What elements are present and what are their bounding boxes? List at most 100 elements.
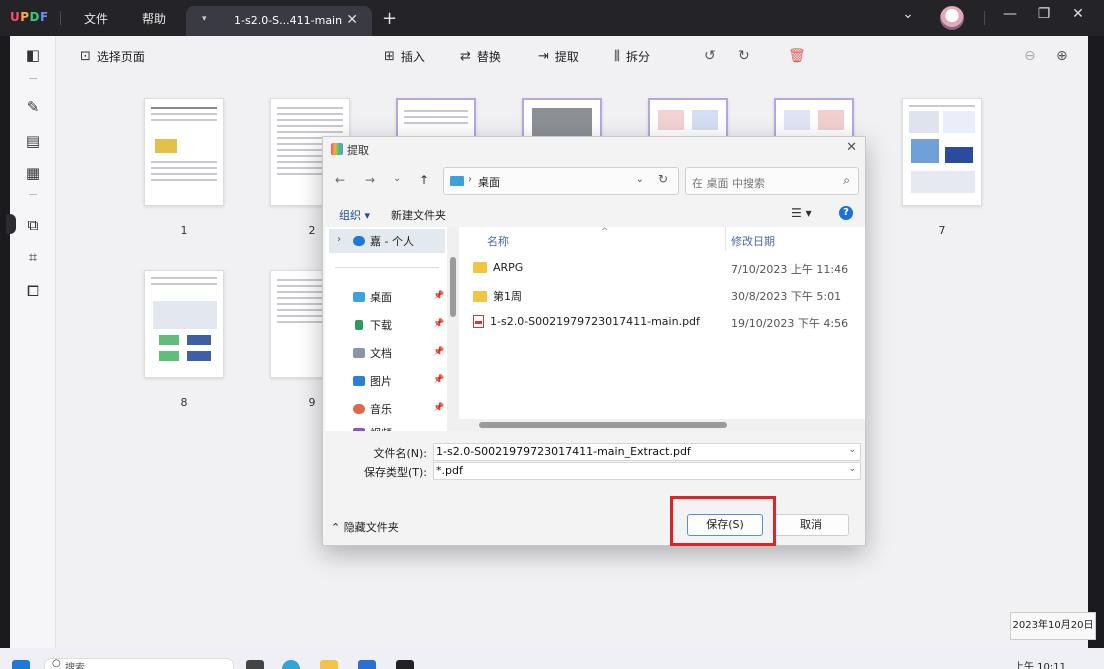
crop-icon[interactable]: ⌗ <box>24 248 42 266</box>
nav-item-documents[interactable]: 文档 <box>353 345 392 361</box>
breadcrumb-chevron-icon[interactable]: › <box>468 174 472 185</box>
nav-item-desktop[interactable]: 桌面 <box>353 289 392 305</box>
delete-icon[interactable]: 🗑 <box>788 48 806 64</box>
hide-folders-toggle[interactable]: ⌃ 隐藏文件夹 <box>331 519 399 535</box>
organize-pages-icon[interactable]: ⧉ <box>24 216 42 234</box>
tools-icon[interactable]: ⧠ <box>24 282 42 300</box>
nav-item-videos[interactable]: 视频 <box>353 425 392 431</box>
nav-item-music[interactable]: 音乐 <box>353 401 392 417</box>
replace-button[interactable]: ⇄ 替换 <box>460 48 501 65</box>
file-explorer-icon[interactable] <box>320 660 338 669</box>
close-window-button[interactable]: ✕ <box>1066 6 1090 22</box>
folder-icon <box>473 262 487 273</box>
cancel-button[interactable]: 取消 <box>773 514 849 536</box>
minimize-button[interactable]: — <box>998 6 1022 22</box>
file-date: 7/10/2023 上午 11:46 <box>731 263 849 276</box>
recent-locations-icon[interactable]: ⌄ <box>393 173 401 184</box>
edge-icon[interactable] <box>282 660 300 669</box>
column-header-name[interactable]: 名称 <box>487 233 509 249</box>
tab-close-icon[interactable]: ✕ <box>346 12 358 28</box>
help-icon[interactable]: ? <box>839 206 853 220</box>
dialog-close-icon[interactable]: ✕ <box>846 140 857 155</box>
file-row[interactable]: ARPG <box>473 261 523 274</box>
filetype-select[interactable]: *.pdf ⌄ <box>433 462 861 480</box>
page-thumbnail[interactable] <box>144 98 224 206</box>
file-list-scrollbar[interactable] <box>459 419 865 431</box>
file-list-scroll-thumb[interactable] <box>479 422 727 428</box>
insert-button[interactable]: ⊞ 插入 <box>384 48 425 65</box>
filename-field[interactable]: 1-s2.0-S0021979723017411-main_Extract.pd… <box>433 443 861 461</box>
page-thumbnail[interactable] <box>144 270 224 378</box>
column-separator[interactable] <box>725 227 726 251</box>
split-icon: ⫼ <box>614 49 620 64</box>
form-icon[interactable]: ▦ <box>24 164 42 182</box>
nav-item-onedrive[interactable]: 嘉 - 个人 <box>353 233 414 249</box>
nav-item-pictures[interactable]: 图片 <box>353 373 392 389</box>
extract-label: 提取 <box>554 50 579 64</box>
rail-collapse-handle[interactable] <box>6 214 16 234</box>
add-tab-button[interactable]: + <box>382 8 397 29</box>
organize-button[interactable]: 组织 ▾ <box>339 207 370 223</box>
new-folder-button[interactable]: 新建文件夹 <box>391 207 446 223</box>
search-placeholder: 在 桌面 中搜索 <box>692 177 765 190</box>
taskbar-search-input[interactable]: 搜索 <box>44 658 234 669</box>
filename-dropdown-icon[interactable]: ⌄ <box>848 445 856 455</box>
pin-icon: 📌 <box>433 375 445 385</box>
insert-icon: ⊞ <box>384 49 395 64</box>
filetype-dropdown-icon[interactable]: ⌄ <box>848 464 856 474</box>
filename-value: 1-s2.0-S0021979723017411-main_Extract.pd… <box>436 445 691 458</box>
forward-arrow-icon[interactable]: → <box>365 173 375 187</box>
edit-icon[interactable]: ▤ <box>24 132 42 150</box>
split-button[interactable]: ⫼ 拆分 <box>614 48 650 65</box>
nav-pane-scroll-thumb[interactable] <box>450 257 456 317</box>
pin-icon: 📌 <box>433 347 445 357</box>
pin-icon: 📌 <box>433 291 445 301</box>
extract-button[interactable]: ⇥ 提取 <box>538 48 579 65</box>
menu-file[interactable]: 文件 <box>84 10 108 27</box>
select-pages-button[interactable]: ⊡ 选择页面 <box>80 48 145 65</box>
file-row[interactable]: 1-s2.0-S0021979723017411-main.pdf <box>473 315 700 328</box>
document-tab[interactable]: ▾ 1-s2.0-S...411-main ✕ <box>186 6 372 36</box>
task-view-icon[interactable] <box>246 660 264 669</box>
file-row[interactable]: 第1周 <box>473 288 522 304</box>
column-header-date[interactable]: 修改日期 <box>731 233 775 249</box>
filetype-row: 保存类型(T): *.pdf ⌄ <box>323 462 865 480</box>
updf-taskbar-icon[interactable] <box>396 660 414 669</box>
window-dropdown-icon[interactable]: ⌄ <box>896 6 920 22</box>
menu-help[interactable]: 帮助 <box>142 10 166 27</box>
download-icon <box>355 320 363 330</box>
restore-button[interactable]: ❐ <box>1032 6 1056 22</box>
up-arrow-icon[interactable]: ↑ <box>419 173 429 187</box>
rotate-right-icon[interactable]: ↻ <box>738 48 750 64</box>
view-options-icon[interactable]: ☰ ▾ <box>791 206 812 220</box>
desktop-folder-icon <box>450 176 464 186</box>
windows-start-icon[interactable] <box>12 660 30 669</box>
nav-item-downloads[interactable]: 下载 <box>353 317 392 333</box>
comment-icon[interactable]: ✎ <box>24 98 42 116</box>
taskbar: 搜索 上午 10:11 <box>0 648 1104 669</box>
tab-dropdown-icon[interactable]: ▾ <box>202 14 207 24</box>
search-input[interactable]: 在 桌面 中搜索 ⌕ <box>685 167 859 195</box>
breadcrumb[interactable]: 桌面 <box>478 174 500 190</box>
mail-icon[interactable] <box>358 660 376 669</box>
tray-clock[interactable]: 上午 10:11 <box>1014 658 1066 669</box>
replace-icon: ⇄ <box>460 49 471 64</box>
address-dropdown-icon[interactable]: ⌄ <box>636 174 644 185</box>
reader-icon[interactable]: ◧ <box>24 46 42 64</box>
avatar[interactable] <box>940 6 964 30</box>
filename-row: 文件名(N): 1-s2.0-S0021979723017411-main_Ex… <box>323 443 865 461</box>
back-arrow-icon[interactable]: ← <box>335 173 345 187</box>
zoom-in-icon[interactable]: ⊕ <box>1056 48 1068 64</box>
expand-chevron-icon[interactable]: › <box>337 234 341 245</box>
extract-icon: ⇥ <box>538 49 549 64</box>
rotate-left-icon[interactable]: ↺ <box>704 48 716 64</box>
refresh-icon[interactable]: ↻ <box>658 172 668 186</box>
nav-pane-scrollbar[interactable] <box>447 227 459 431</box>
search-icon[interactable]: ⌕ <box>843 173 850 188</box>
pictures-icon <box>353 376 365 386</box>
address-bar[interactable]: › 桌面 ⌄ ↻ <box>443 167 679 195</box>
zoom-out-icon[interactable]: ⊖ <box>1024 48 1036 64</box>
page-thumbnail[interactable] <box>902 98 982 206</box>
insert-label: 插入 <box>400 50 425 64</box>
nav-item-label: 音乐 <box>370 403 392 416</box>
